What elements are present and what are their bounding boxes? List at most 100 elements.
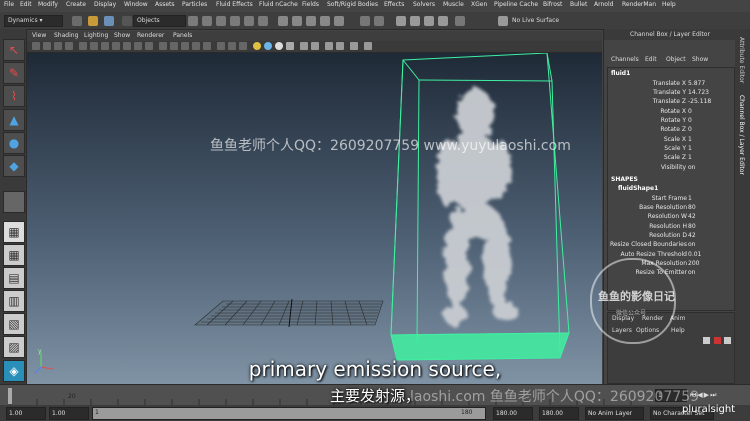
select-curve-icon[interactable] bbox=[230, 16, 240, 26]
select-tool-icon[interactable]: ↖ bbox=[3, 39, 25, 61]
isolate-select-icon[interactable] bbox=[300, 42, 308, 50]
attr-value[interactable]: 80 bbox=[688, 223, 696, 230]
channel-value[interactable]: 1 bbox=[688, 154, 692, 161]
channel-value[interactable]: -25.118 bbox=[688, 98, 711, 105]
menu-window[interactable]: Window bbox=[124, 1, 148, 8]
snap-view-plane-icon[interactable] bbox=[320, 16, 330, 26]
channel-value[interactable]: 1 bbox=[688, 145, 692, 152]
menu-display[interactable]: Display bbox=[94, 1, 116, 8]
show-menu[interactable]: Show bbox=[692, 56, 708, 63]
channel-value[interactable]: 1 bbox=[688, 136, 692, 143]
viewport-menu-renderer[interactable]: Renderer bbox=[137, 32, 164, 39]
channel-value[interactable]: 0 bbox=[688, 108, 692, 115]
menu-fields[interactable]: Fields bbox=[302, 1, 319, 8]
scale-tool-icon[interactable]: ◆ bbox=[3, 155, 25, 177]
channel-row[interactable]: Scale Y1 bbox=[608, 145, 740, 154]
xray-joints-icon[interactable] bbox=[203, 42, 211, 50]
channel-value[interactable]: 0 bbox=[688, 117, 692, 124]
menu-xgen[interactable]: XGen bbox=[471, 1, 487, 8]
select-handle-icon[interactable] bbox=[202, 16, 212, 26]
field-chart-icon[interactable] bbox=[123, 42, 131, 50]
single-perspective-layout-icon[interactable]: ▦ bbox=[3, 221, 25, 243]
live-surface-icon[interactable] bbox=[498, 16, 508, 26]
channel-value[interactable]: 5.877 bbox=[688, 80, 705, 87]
channel-row[interactable]: Scale Z1 bbox=[608, 154, 740, 163]
smooth-shade-icon[interactable] bbox=[170, 42, 178, 50]
attr-value[interactable]: 0.01 bbox=[688, 251, 701, 258]
shape-attr-row[interactable]: Resolution W 42 bbox=[608, 213, 740, 221]
attr-value[interactable]: 200 bbox=[688, 260, 699, 267]
textured-icon[interactable] bbox=[217, 42, 225, 50]
safe-action-icon[interactable] bbox=[134, 42, 142, 50]
construction-history-icon[interactable] bbox=[374, 16, 384, 26]
open-scene-icon[interactable] bbox=[88, 16, 98, 26]
layer-options-icon[interactable] bbox=[724, 337, 731, 344]
viewport-menu-show[interactable]: Show bbox=[114, 32, 130, 39]
attr-value[interactable]: 80 bbox=[688, 204, 696, 211]
use-all-lights-icon[interactable] bbox=[228, 42, 236, 50]
range-slider[interactable]: 1 180 bbox=[92, 407, 486, 420]
paint-select-icon[interactable]: ⌇ bbox=[3, 85, 25, 107]
film-gate-icon[interactable] bbox=[90, 42, 98, 50]
edit-menu[interactable]: Edit bbox=[645, 56, 657, 63]
attr-value[interactable]: 42 bbox=[688, 213, 696, 220]
playback-start-field[interactable]: 1.00 bbox=[49, 407, 89, 420]
channel-row[interactable]: Translate Z -25.118 bbox=[608, 98, 740, 107]
magnet-icon[interactable] bbox=[455, 16, 465, 26]
select-by-type-icon[interactable] bbox=[188, 16, 198, 26]
new-scene-icon[interactable] bbox=[72, 16, 82, 26]
menu-edit[interactable]: Edit bbox=[20, 1, 32, 8]
color-management-icon[interactable] bbox=[364, 42, 372, 50]
new-layer-icon[interactable] bbox=[703, 337, 710, 344]
menu-effects[interactable]: Effects bbox=[384, 1, 404, 8]
menuset-dropdown[interactable]: Dynamics ▾ bbox=[4, 15, 63, 27]
last-tool-icon[interactable] bbox=[3, 191, 25, 213]
motion-blur-icon[interactable] bbox=[264, 42, 272, 50]
save-scene-icon[interactable] bbox=[104, 16, 114, 26]
hud-icon[interactable] bbox=[325, 42, 333, 50]
object-menu[interactable]: Object bbox=[666, 56, 686, 63]
grid-icon[interactable] bbox=[79, 42, 87, 50]
channel-box-tab[interactable]: Channel Box / Layer Editor bbox=[738, 95, 745, 175]
move-tool-icon[interactable]: ▲ bbox=[3, 109, 25, 131]
shape-attr-row[interactable]: Base Resolution 80 bbox=[608, 204, 740, 212]
camera-attributes-icon[interactable] bbox=[43, 42, 51, 50]
render-settings-icon[interactable] bbox=[424, 16, 434, 26]
menu-renderman[interactable]: RenderMan bbox=[622, 1, 656, 8]
shape-attr-row[interactable]: Resize Closed Boundaries on bbox=[608, 241, 740, 249]
menu-assets[interactable]: Assets bbox=[155, 1, 175, 8]
menu-muscle[interactable]: Muscle bbox=[443, 1, 464, 8]
ambient-occlusion-icon[interactable] bbox=[253, 42, 261, 50]
viewport-menu-shading[interactable]: Shading bbox=[54, 32, 78, 39]
shape-attr-row[interactable]: Start Frame 1 bbox=[608, 195, 740, 203]
shape-attr-row[interactable]: Resolution D 42 bbox=[608, 232, 740, 240]
menu-bullet[interactable]: Bullet bbox=[570, 1, 587, 8]
attr-value[interactable]: 42 bbox=[688, 232, 696, 239]
menu-help[interactable]: Help bbox=[662, 1, 676, 8]
menu-arnold[interactable]: Arnold bbox=[594, 1, 613, 8]
ipr-render-icon[interactable] bbox=[410, 16, 420, 26]
screen-space-ao-icon[interactable] bbox=[336, 42, 344, 50]
resolution-gate-icon[interactable] bbox=[101, 42, 109, 50]
menu-create[interactable]: Create bbox=[66, 1, 86, 8]
persp-outliner-layout-icon[interactable]: ▤ bbox=[3, 267, 25, 289]
gamma-icon[interactable] bbox=[350, 42, 358, 50]
channel-row[interactable]: Scale X1 bbox=[608, 136, 740, 145]
select-hierarchy-icon[interactable] bbox=[122, 16, 132, 26]
attr-value[interactable]: on bbox=[688, 269, 695, 276]
image-plane-icon[interactable] bbox=[65, 42, 73, 50]
bookmark-icon[interactable] bbox=[54, 42, 62, 50]
viewport-menu-view[interactable]: View bbox=[32, 32, 46, 39]
four-view-layout-icon[interactable]: ▦ bbox=[3, 244, 25, 266]
channel-row[interactable]: Translate Y 14.723 bbox=[608, 89, 740, 98]
attribute-editor-tab[interactable]: Attribute Editor bbox=[738, 37, 745, 83]
menu-modify[interactable]: Modify bbox=[38, 1, 58, 8]
viewport-menu-panels[interactable]: Panels bbox=[173, 32, 192, 39]
lasso-tool-icon[interactable]: ✎ bbox=[3, 62, 25, 84]
make-live-icon[interactable] bbox=[334, 16, 344, 26]
menu-fluid-effects[interactable]: Fluid Effects bbox=[216, 1, 253, 8]
menu-pipeline-cache[interactable]: Pipeline Cache bbox=[494, 1, 538, 8]
input-history-icon[interactable] bbox=[360, 16, 370, 26]
channel-row[interactable]: Translate X 5.877 bbox=[608, 80, 740, 89]
xray-icon[interactable] bbox=[192, 42, 200, 50]
